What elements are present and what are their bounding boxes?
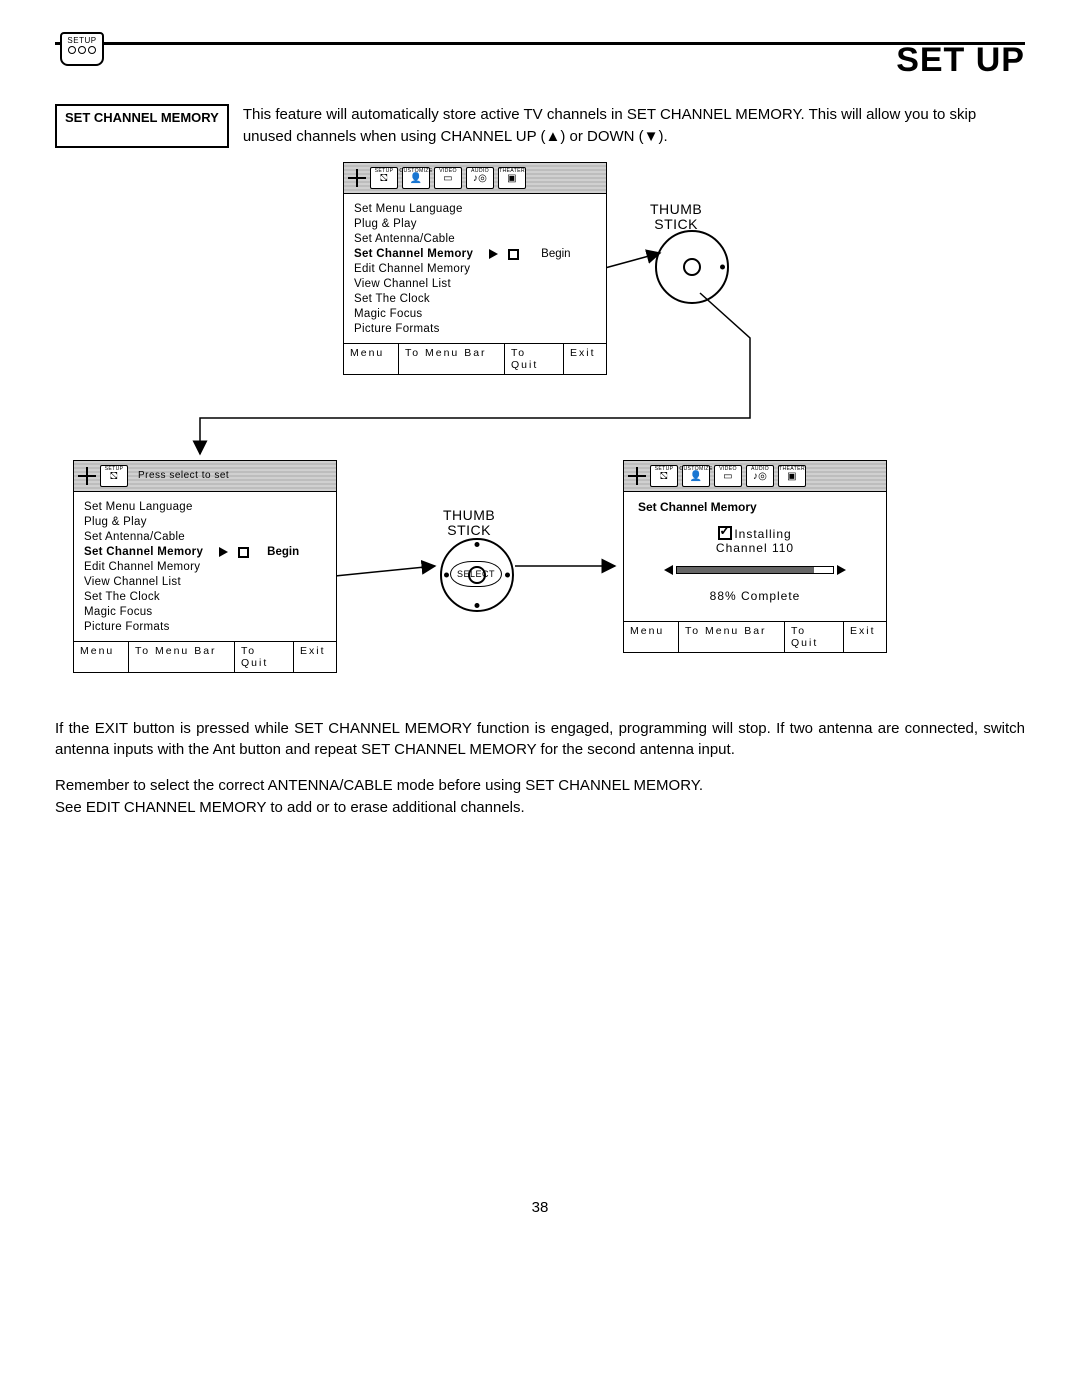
arrow-right-icon xyxy=(219,547,228,557)
tab-theater-icon: THEATER▣ xyxy=(498,167,526,189)
menu-item: Set Antenna/Cable xyxy=(84,530,326,545)
paragraph: If the EXIT button is pressed while SET … xyxy=(55,718,1025,762)
osd-tabbar: SETUP⛞ CUSTOMIZE👤 VIDEO▭ AUDIO♪◎ THEATER… xyxy=(624,461,886,492)
paragraph: See EDIT CHANNEL MEMORY to add or to era… xyxy=(55,799,525,816)
progress-bar xyxy=(666,565,844,575)
intro-text: This feature will automatically store ac… xyxy=(243,104,1025,148)
dpad-icon xyxy=(348,169,366,187)
menu-item-selected: Set Channel Memory xyxy=(84,545,203,560)
progress-text: 88% Complete xyxy=(638,589,872,603)
thumbstick-label: THUMB STICK xyxy=(443,508,495,539)
menu-item-selected: Set Channel Memory xyxy=(354,247,473,262)
tab-video-icon: VIDEO▭ xyxy=(434,167,462,189)
paragraph: Remember to select the correct ANTENNA/C… xyxy=(55,777,703,794)
osd-footer: Menu To Menu Bar To Quit Exit xyxy=(624,621,886,652)
thumbstick-icon xyxy=(655,230,729,304)
checkbox-icon xyxy=(508,249,519,260)
osd-tabbar: SETUP⛞ Press select to set xyxy=(74,461,336,492)
menu-item: Edit Channel Memory xyxy=(84,560,326,575)
menu-item: Edit Channel Memory xyxy=(354,262,596,277)
triangle-left-icon xyxy=(664,565,673,575)
menu-item: Magic Focus xyxy=(354,307,596,322)
section-label: SET CHANNEL MEMORY xyxy=(55,104,229,148)
osd-footer: Menu To Menu Bar To Quit Exit xyxy=(344,343,606,374)
osd-installing: SETUP⛞ CUSTOMIZE👤 VIDEO▭ AUDIO♪◎ THEATER… xyxy=(623,460,887,653)
osd-top: SETUP⛞ CUSTOMIZE👤 VIDEO▭ AUDIO♪◎ THEATER… xyxy=(343,162,607,375)
menu-item: Plug & Play xyxy=(84,515,326,530)
press-select-text: Press select to set xyxy=(138,470,229,481)
menu-item: Magic Focus xyxy=(84,605,326,620)
check-icon xyxy=(718,526,732,540)
tab-customize-icon: CUSTOMIZE👤 xyxy=(402,167,430,189)
tab-setup-icon: SETUP⛞ xyxy=(100,465,128,487)
install-header: Set Channel Memory xyxy=(638,500,872,514)
begin-label: Begin xyxy=(541,248,570,260)
tab-setup-icon: SETUP⛞ xyxy=(650,465,678,487)
setup-badge: SETUP xyxy=(60,32,104,66)
tab-customize-icon: CUSTOMIZE👤 xyxy=(682,465,710,487)
tab-video-icon: VIDEO▭ xyxy=(714,465,742,487)
menu-item: Set Antenna/Cable xyxy=(354,232,596,247)
menu-item: Set The Clock xyxy=(354,292,596,307)
menu-item: Set The Clock xyxy=(84,590,326,605)
dpad-icon xyxy=(628,467,646,485)
thumbstick-label: THUMB STICK xyxy=(650,202,702,233)
tab-theater-icon: THEATER▣ xyxy=(778,465,806,487)
menu-item: Picture Formats xyxy=(354,322,596,337)
tab-setup-icon: SETUP⛞ xyxy=(370,167,398,189)
osd-left: SETUP⛞ Press select to set Set Menu Lang… xyxy=(73,460,337,673)
install-line1: Installing xyxy=(734,527,791,541)
menu-item: View Channel List xyxy=(84,575,326,590)
page-title: SET UP xyxy=(55,41,1025,80)
begin-label: Begin xyxy=(267,546,299,558)
badge-label: SETUP xyxy=(62,34,102,45)
dpad-icon xyxy=(78,467,96,485)
menu-item: Set Menu Language xyxy=(354,202,596,217)
menu-item: Set Menu Language xyxy=(84,500,326,515)
triangle-right-icon xyxy=(837,565,846,575)
install-line2: Channel 110 xyxy=(638,541,872,555)
osd-footer: Menu To Menu Bar To Quit Exit xyxy=(74,641,336,672)
arrow-right-icon xyxy=(489,249,498,259)
menu-item: Plug & Play xyxy=(354,217,596,232)
page-number: 38 xyxy=(55,1199,1025,1216)
tab-audio-icon: AUDIO♪◎ xyxy=(466,167,494,189)
osd-tabbar: SETUP⛞ CUSTOMIZE👤 VIDEO▭ AUDIO♪◎ THEATER… xyxy=(344,163,606,194)
menu-item: Picture Formats xyxy=(84,620,326,635)
select-oval: SELECT xyxy=(450,561,502,587)
checkbox-icon xyxy=(238,547,249,558)
tab-audio-icon: AUDIO♪◎ xyxy=(746,465,774,487)
menu-item: View Channel List xyxy=(354,277,596,292)
